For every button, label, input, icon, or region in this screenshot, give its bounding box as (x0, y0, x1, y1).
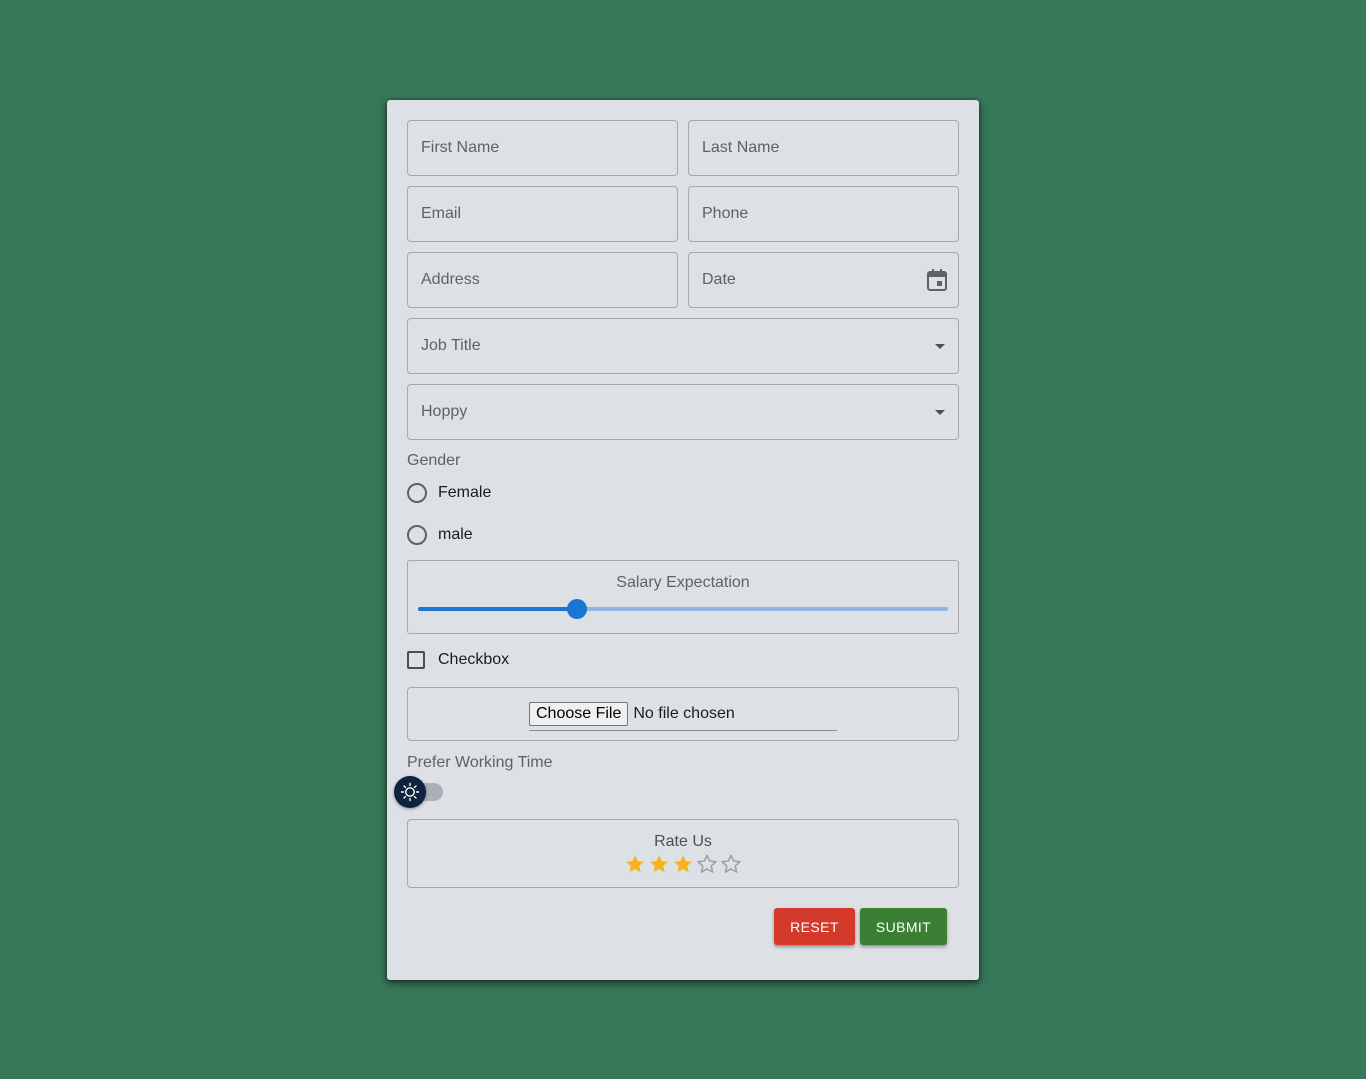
phone-field[interactable] (688, 186, 959, 242)
date-field[interactable] (688, 252, 959, 308)
salary-label: Salary Expectation (616, 574, 750, 591)
date-input[interactable] (689, 253, 958, 307)
first-name-field[interactable] (407, 120, 678, 176)
checkbox-row[interactable]: Checkbox (407, 639, 959, 681)
radio-button[interactable] (407, 525, 427, 545)
salary-slider[interactable] (418, 599, 948, 619)
gender-label: Gender (407, 452, 461, 469)
phone-input[interactable] (689, 187, 958, 241)
calendar-icon[interactable] (927, 269, 947, 291)
address-field[interactable] (407, 252, 678, 308)
hobby-select[interactable]: Hoppy (407, 384, 959, 440)
caret-down-icon[interactable] (935, 410, 945, 415)
contact-row (407, 186, 959, 242)
radio-option-male[interactable]: male (407, 514, 959, 556)
star-rating[interactable] (408, 853, 958, 875)
submit-button[interactable]: SUBMIT (860, 908, 947, 945)
slider-thumb[interactable] (567, 599, 587, 619)
form-card: Job Title Hoppy Gender Female male Salar… (387, 100, 979, 980)
file-input[interactable]: Choose File No file chosen (529, 702, 837, 731)
star-filled-icon[interactable] (624, 853, 646, 875)
name-row (407, 120, 959, 176)
star-empty-icon[interactable] (696, 853, 718, 875)
checkbox-label: Checkbox (438, 651, 510, 668)
reset-button[interactable]: RESET (774, 908, 855, 945)
hobby-row: Hoppy (407, 384, 959, 440)
toggle-thumb[interactable] (394, 776, 426, 808)
radio-label-male: male (438, 526, 473, 543)
address-date-row (407, 252, 959, 308)
star-filled-icon[interactable] (648, 853, 670, 875)
file-upload-box: Choose File No file chosen (407, 687, 959, 741)
radio-label-female: Female (438, 484, 492, 501)
rating-box: Rate Us (407, 819, 959, 888)
hobby-label: Hoppy (421, 403, 468, 420)
checkbox[interactable] (407, 651, 425, 669)
file-status: No file chosen (633, 705, 735, 722)
salary-box: Salary Expectation (407, 560, 959, 634)
job-title-label: Job Title (421, 337, 481, 354)
first-name-input[interactable] (408, 121, 677, 175)
star-empty-icon[interactable] (720, 853, 742, 875)
sun-icon (400, 782, 420, 802)
slider-fill (418, 607, 577, 611)
email-input[interactable] (408, 187, 677, 241)
job-title-row: Job Title (407, 318, 959, 374)
working-time-label: Prefer Working Time (407, 754, 553, 771)
radio-option-female[interactable]: Female (407, 472, 959, 514)
last-name-input[interactable] (689, 121, 958, 175)
job-title-select[interactable]: Job Title (407, 318, 959, 374)
radio-button[interactable] (407, 483, 427, 503)
email-field[interactable] (407, 186, 678, 242)
gender-radio-group: Female male (407, 472, 959, 556)
caret-down-icon[interactable] (935, 344, 945, 349)
choose-file-button[interactable]: Choose File (529, 702, 629, 726)
rating-label: Rate Us (654, 833, 712, 850)
last-name-field[interactable] (688, 120, 959, 176)
star-filled-icon[interactable] (672, 853, 694, 875)
address-input[interactable] (408, 253, 677, 307)
